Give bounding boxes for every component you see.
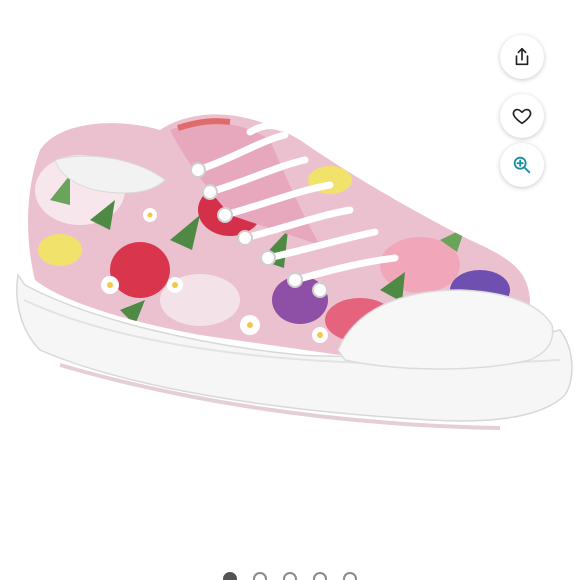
product-image-viewer — [0, 0, 580, 580]
carousel-dot[interactable] — [313, 572, 327, 580]
carousel-dot[interactable] — [283, 572, 297, 580]
carousel-dot[interactable] — [253, 572, 267, 580]
share-icon — [515, 47, 529, 66]
share-button[interactable] — [500, 35, 544, 79]
like-button[interactable] — [500, 94, 544, 138]
carousel-dot[interactable] — [343, 572, 357, 580]
zoom-button[interactable] — [500, 143, 544, 187]
zoom-in-icon — [513, 156, 531, 174]
product-photo — [16, 114, 573, 430]
carousel-dots — [0, 572, 580, 580]
carousel-dot[interactable] — [223, 572, 237, 580]
heart-icon — [512, 108, 532, 125]
